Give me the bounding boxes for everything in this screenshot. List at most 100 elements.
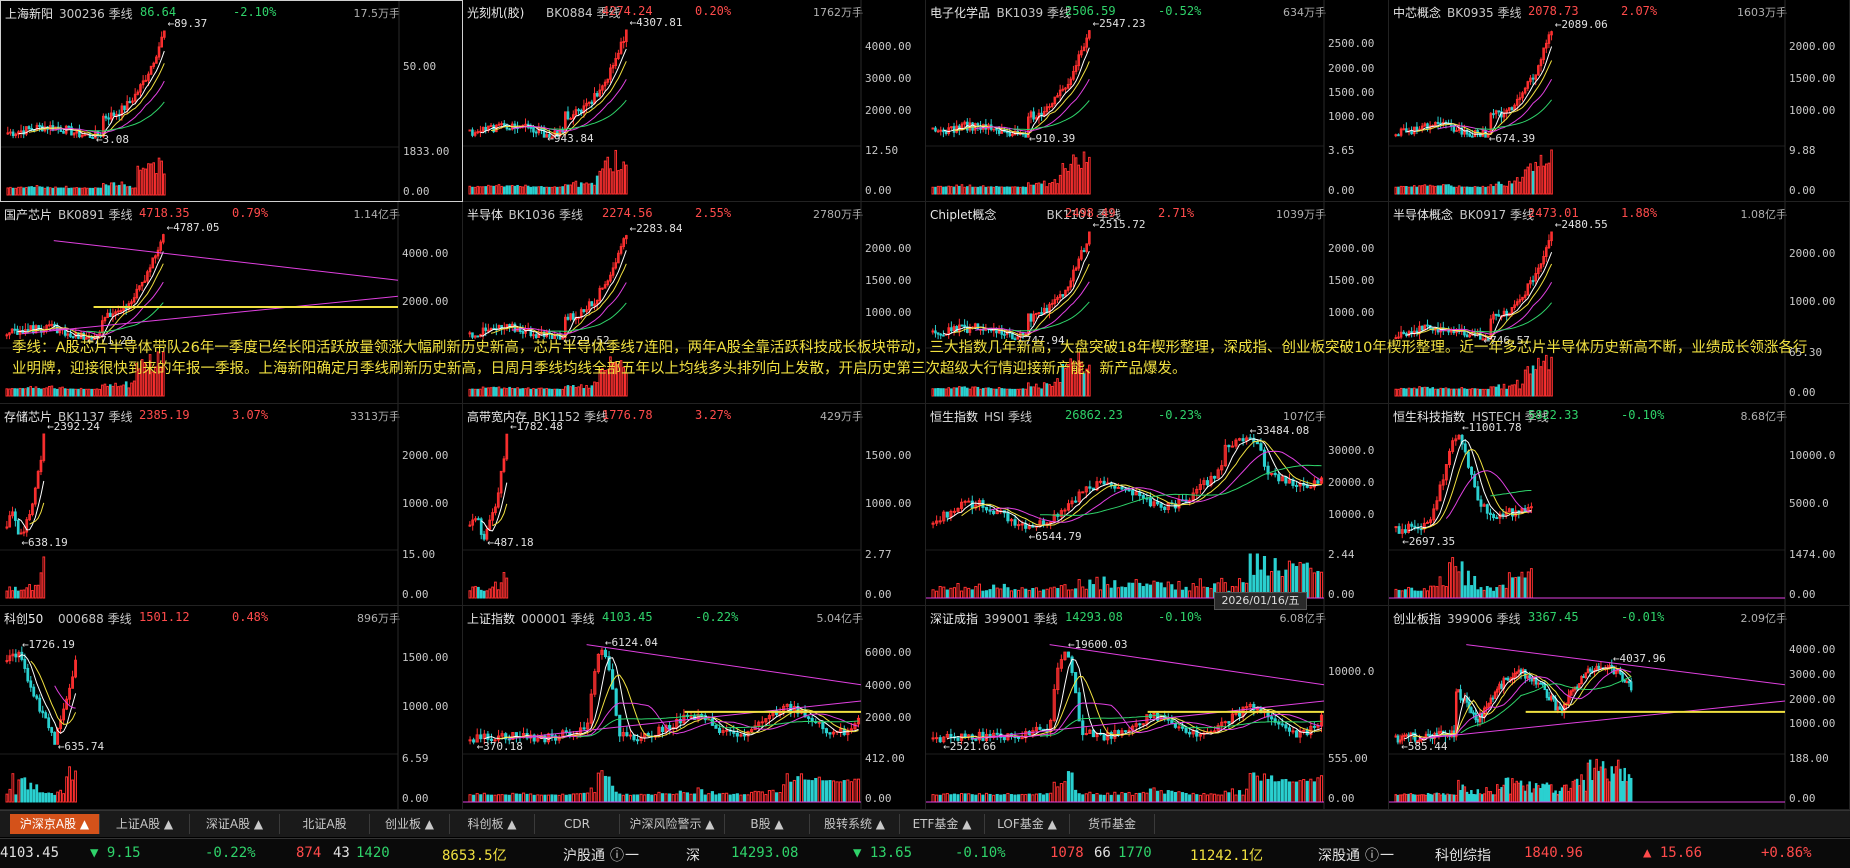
candle-body	[1277, 721, 1281, 725]
volume-bar	[1131, 794, 1135, 803]
volume-bar	[521, 792, 526, 803]
volume-axis-label: 0.00	[865, 184, 892, 197]
chart-panel-300236[interactable]: 上海新阳 300236 季线 86.64 -2.10% 17.5万手 ←89.37 ←3.0…	[0, 0, 463, 202]
tab-11[interactable]: LOF基金 ▲	[985, 814, 1070, 834]
volume-bar	[69, 388, 72, 397]
volume-bar	[103, 383, 107, 397]
volume-bar	[1009, 794, 1014, 803]
kline-chart	[1389, 202, 1786, 403]
volume-bar	[1188, 590, 1192, 599]
tab-6[interactable]: CDR	[535, 814, 620, 834]
volume-bar	[1016, 388, 1019, 397]
volume-bar	[18, 387, 22, 397]
volume-bar	[989, 186, 993, 195]
candle-body	[1082, 250, 1086, 253]
volume-bar	[55, 388, 59, 397]
chart-panel-HSI[interactable]: 恒生指数 HSI 季线 26862.23 -0.23% 107亿手 ←33484.08 ←6…	[926, 404, 1389, 606]
volume-bar	[1500, 388, 1503, 397]
tab-12[interactable]: 货币基金	[1070, 814, 1155, 834]
chart-panel-399001[interactable]: 深证成指 399001 季线 14293.08 -0.10% 6.08亿手 ←19600.…	[926, 606, 1389, 810]
volume-bar	[968, 184, 972, 195]
volume-bar	[46, 186, 49, 196]
volume-bar	[992, 388, 996, 397]
trend-line-upper	[53, 240, 399, 281]
chart-panel-BK1039[interactable]: 电子化学品 BK1039 季线 2506.59 -0.52% 634万手 ←2547.23…	[926, 0, 1389, 202]
volume-bar	[44, 793, 48, 803]
volume-bar	[799, 773, 804, 803]
volume-bar	[1526, 571, 1530, 599]
volume-bar	[5, 388, 9, 397]
price-axis-label: 2000.00	[1328, 61, 1375, 75]
volume-bar	[155, 173, 158, 196]
volume-bar	[579, 182, 583, 195]
volume-bar	[1573, 779, 1577, 803]
candle-body	[1621, 673, 1624, 681]
volume-bar	[955, 387, 958, 397]
volume-bar	[1571, 781, 1575, 803]
volume-bar	[521, 388, 525, 397]
volume-bar	[1027, 589, 1031, 599]
volume-bar	[1163, 587, 1167, 599]
sz-connect-label[interactable]: 深股通	[1318, 845, 1360, 865]
volume-bar	[471, 186, 474, 195]
chart-panel-000001[interactable]: 上证指数 000001 季线 4103.45 -0.22% 5.04亿手 ←6124.04…	[463, 606, 926, 810]
chart-panel-BK0935[interactable]: 中芯概念 BK0935 季线 2078.73 2.07% 1603万手 ←2089.06 ←…	[1389, 0, 1850, 202]
candle-body	[1032, 111, 1035, 120]
volume-bar	[609, 356, 612, 397]
volume-bar	[149, 163, 153, 196]
candle-body	[1029, 313, 1033, 322]
candle-body	[1006, 512, 1010, 522]
chart-panel-399006[interactable]: 创业板指 399006 季线 3367.45 -0.01% 2.09亿手 ←4037.96…	[1389, 606, 1850, 810]
tab-4[interactable]: 创业板 ▲	[370, 814, 450, 834]
volume-bar	[1450, 794, 1454, 803]
tab-1[interactable]: 上证A股 ▲	[100, 814, 190, 834]
volume-bar	[1565, 784, 1568, 803]
volume-bar	[1619, 768, 1622, 803]
volume-bar	[1145, 583, 1149, 599]
volume-bar	[487, 387, 490, 397]
volume-bar	[502, 572, 506, 599]
volume-bar	[107, 185, 110, 196]
volume-bar	[1148, 788, 1153, 803]
high-price-marker: ←1726.19	[21, 638, 75, 652]
chart-panel-BK0884[interactable]: 光刻机(胶) BK0884 季线 4274.24 0.20% 1762万手 ←4307.8…	[463, 0, 926, 202]
chart-panel-BK1101[interactable]: Chiplet概念 BK1101 季线 2498.49 2.71% 1039万手 ←251…	[926, 202, 1389, 404]
sh-connect-help-icon[interactable]: ⓘ	[610, 845, 624, 865]
volume-bar	[1048, 384, 1051, 397]
tab-10[interactable]: ETF基金 ▲	[900, 814, 985, 834]
chart-panel-BK1036[interactable]: 半导体 BK1036 季线 2274.56 2.55% 2780万手 ←2283.84 ←7…	[463, 202, 926, 404]
chart-panel-BK0917[interactable]: 半导体概念 BK0917 季线 2473.01 1.88% 1.08亿手 ←2480.55…	[1389, 202, 1850, 404]
volume-bar	[56, 187, 60, 196]
volume-bar	[1552, 792, 1555, 803]
sz-connect-help-icon[interactable]: ⓘ	[1365, 845, 1379, 865]
volume-bar	[61, 386, 64, 397]
volume-bar	[1066, 771, 1071, 803]
volume-bar	[1074, 789, 1078, 803]
chart-panel-BK1152[interactable]: 高带宽内存 BK1152 季线 1776.78 3.27% 429万手 ←1782.48 ←…	[463, 404, 926, 606]
chart-panel-000688[interactable]: 科创50 000688 季线 1501.12 0.48% 896万手 ←1726.19 ←6…	[0, 606, 463, 810]
tab-8[interactable]: B股 ▲	[725, 814, 810, 834]
chart-panel-HSTECH[interactable]: 恒生科技指数 HSTECH 季线 5822.33 -0.10% 8.68亿手 ←11001…	[1389, 404, 1850, 606]
volume-bar	[1034, 793, 1038, 803]
tab-2[interactable]: 深证A股 ▲	[190, 814, 280, 834]
moving-average-line	[1012, 301, 1090, 332]
tab-5[interactable]: 科创板 ▲	[450, 814, 535, 834]
tab-0[interactable]: 沪深京A股 ▲	[10, 814, 100, 834]
volume-bar	[1431, 794, 1434, 803]
tab-3[interactable]: 北证A股	[280, 814, 370, 834]
volume-bar	[71, 388, 75, 397]
chart-panel-BK1137[interactable]: 存储芯片 BK1137 季线 2385.19 3.07% 3313万手 ←2392.24 ←…	[0, 404, 463, 606]
date-tag: 2026/01/16/五	[1214, 592, 1307, 610]
trend-line-upper	[586, 644, 862, 686]
volume-axis-label: 0.00	[402, 588, 429, 601]
tab-9[interactable]: 股转系统 ▲	[810, 814, 900, 834]
volume-axis-label: 0.00	[1789, 588, 1816, 601]
chart-panel-BK0891[interactable]: 国产芯片 BK0891 季线 4718.35 0.79% 1.14亿手 ←4787.05 ←…	[0, 202, 463, 404]
volume-bar	[1088, 156, 1091, 195]
moving-average-line	[480, 250, 627, 338]
sh-connect-label[interactable]: 沪股通	[563, 845, 605, 865]
volume-bar	[1116, 794, 1120, 803]
volume-bar	[35, 185, 39, 196]
candle-body	[1588, 668, 1592, 672]
tab-7[interactable]: 沪深风险警示 ▲	[620, 814, 725, 834]
